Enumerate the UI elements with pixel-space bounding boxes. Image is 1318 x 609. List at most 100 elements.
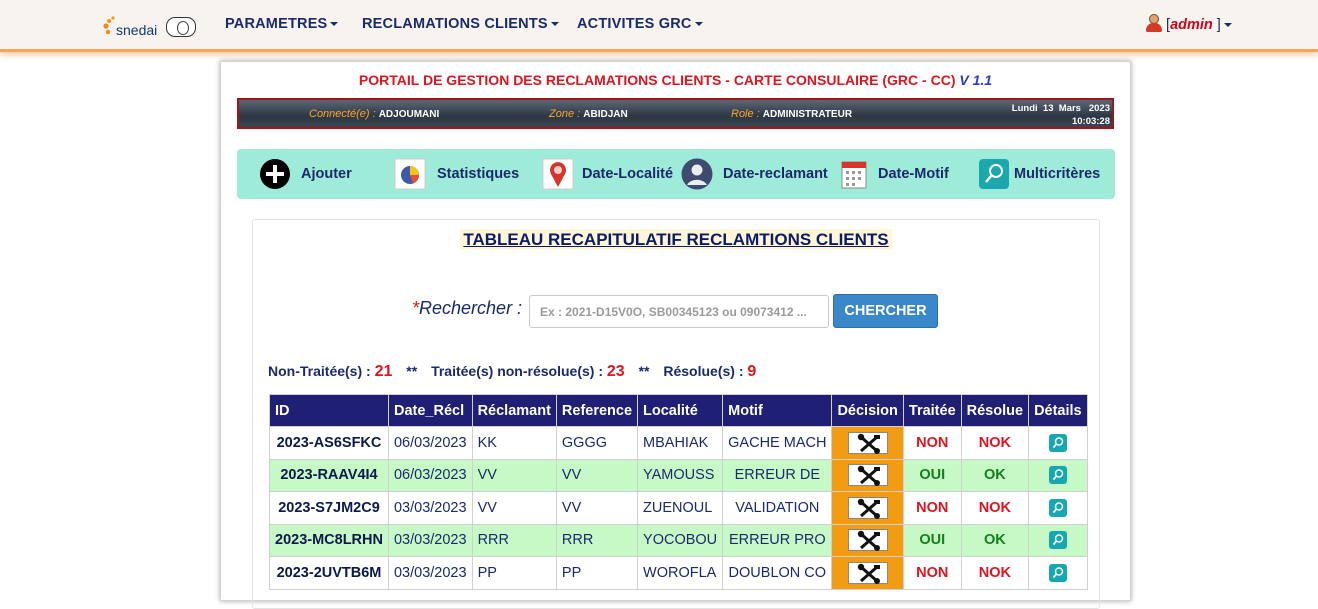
- table-title: TABLEAU RECAPITULATIF RECLAMTIONS CLIENT…: [253, 229, 1099, 250]
- cell-traitee: OUI: [902, 523, 962, 557]
- search-input[interactable]: [529, 295, 829, 328]
- col-header-traitee[interactable]: Traitée: [902, 394, 962, 427]
- chevron-down-icon: [550, 22, 559, 27]
- cell-traitee: NON: [902, 491, 962, 525]
- cell-details: [1028, 523, 1088, 557]
- cell-reclamant: PP: [471, 556, 557, 590]
- cell-localite: YAMOUSS: [637, 458, 724, 492]
- cell-resolue: OK: [960, 523, 1030, 557]
- magnifier-icon: [1052, 534, 1064, 546]
- datetime-display: Lundi 13 Mars 2023 10:03:28: [1012, 102, 1110, 128]
- table-row: 2023-RAAV4I4 06/03/2023 VV VV YAMOUSS ERREUR …: [269, 458, 1088, 492]
- non-traitees-label: Non-Traitée(s) :: [268, 363, 375, 379]
- table-row: 2023-MC8LRHN 03/03/2023 RRR RRR YOCOBOU ERREU…: [269, 523, 1088, 557]
- col-header-decision[interactable]: Décision: [831, 394, 904, 427]
- magnifier-icon: [1052, 469, 1064, 481]
- tools-icon: [857, 498, 880, 519]
- logo-dots-icon: [103, 16, 115, 35]
- tools-icon: [857, 563, 880, 584]
- cell-decision: [831, 426, 904, 460]
- magnifier-icon: [1052, 437, 1064, 448]
- snedai-logo[interactable]: snedai: [103, 12, 198, 40]
- details-button[interactable]: [1048, 498, 1067, 517]
- cell-date: 03/03/2023: [387, 523, 473, 557]
- cell-id: 2023-MC8LRHN: [269, 523, 389, 557]
- col-header-details[interactable]: Détails: [1028, 394, 1088, 427]
- cell-traitee: NON: [902, 426, 962, 460]
- date-motif-label: Date-Motif: [878, 166, 949, 182]
- nav-activites-grc[interactable]: ACTIVITES GRC: [577, 16, 703, 32]
- status-summary: Non-Traitée(s) : 21 ** Traitée(s) non-ré…: [268, 363, 756, 381]
- zone-label: Zone :: [549, 108, 584, 120]
- traitees-count: 23: [606, 363, 625, 380]
- role-value: ADMINISTRATEUR: [762, 109, 853, 120]
- col-header-reference[interactable]: Reference: [555, 394, 639, 427]
- cell-resolue: NOK: [960, 426, 1030, 460]
- cell-localite: WOROFLA: [637, 556, 724, 590]
- nav-reclamations-clients[interactable]: RECLAMATIONS CLIENTS: [362, 16, 559, 32]
- map-pin-icon: [542, 158, 574, 190]
- date-localite-label: Date-Localité: [582, 166, 674, 182]
- cell-reclamant: VV: [471, 458, 557, 492]
- tools-icon: [857, 466, 880, 487]
- chercher-button[interactable]: CHERCHER: [833, 294, 938, 328]
- required-star: *: [412, 298, 420, 318]
- decision-button[interactable]: [847, 464, 888, 487]
- cell-localite: MBAHIAK: [637, 426, 724, 460]
- cell-decision: [831, 458, 904, 492]
- cell-motif: GACHE MACH: [722, 426, 833, 460]
- cell-id: 2023-AS6SFKC: [269, 426, 389, 460]
- statistiques-label: Statistiques: [437, 166, 520, 182]
- cell-date: 06/03/2023: [387, 426, 473, 460]
- details-button[interactable]: [1048, 466, 1067, 485]
- table-title-text: TABLEAU RECAPITULATIF RECLAMTIONS CLIENT…: [460, 229, 892, 250]
- cell-motif: ERREUR DE: [722, 458, 833, 492]
- col-header-id[interactable]: ID: [269, 394, 389, 427]
- cell-details: [1028, 458, 1088, 492]
- col-header-date[interactable]: Date_Récl: [387, 394, 473, 427]
- brand-name: snedai: [116, 22, 158, 38]
- cell-date: 03/03/2023: [387, 491, 473, 525]
- portal-title: PORTAIL DE GESTION DES RECLAMATIONS CLIE…: [221, 72, 1130, 88]
- col-header-localite[interactable]: Localité: [637, 394, 724, 427]
- decision-button[interactable]: [847, 431, 888, 454]
- separator: **: [638, 363, 650, 379]
- details-button[interactable]: [1048, 531, 1067, 550]
- cell-details: [1028, 426, 1088, 460]
- decision-button[interactable]: [847, 561, 888, 584]
- multicriteres-label: Multicritères: [1014, 166, 1101, 182]
- tools-icon: [857, 531, 880, 552]
- cell-reference: GGGG: [555, 426, 639, 460]
- nav-reclamations-label: RECLAMATIONS CLIENTS: [362, 16, 548, 32]
- nav-parametres[interactable]: PARAMETRES: [225, 16, 339, 32]
- cell-reference: PP: [555, 556, 639, 590]
- cell-resolue: NOK: [960, 556, 1030, 590]
- cell-localite: ZUENOUL: [637, 491, 724, 525]
- decision-button[interactable]: [847, 529, 888, 552]
- cell-reclamant: VV: [471, 491, 557, 525]
- col-header-resolue[interactable]: Résolue: [960, 394, 1030, 427]
- decision-button[interactable]: [847, 496, 888, 519]
- nav-activites-label: ACTIVITES GRC: [577, 16, 692, 32]
- details-button[interactable]: [1048, 433, 1067, 452]
- reclamations-table: ID Date_Récl Réclamant Reference Localit…: [269, 394, 1088, 590]
- portal-version: V 1.1: [959, 72, 993, 88]
- session-info-bar: Connecté(e) : ADJOUMANI Zone : ABIDJAN R…: [237, 98, 1114, 129]
- col-header-motif[interactable]: Motif: [722, 394, 833, 427]
- action-toolbar: Ajouter Statistiques Date-Localité Date-…: [237, 149, 1115, 199]
- connected-label: Connecté(e) :: [309, 108, 379, 120]
- cell-reclamant: KK: [471, 426, 557, 460]
- cell-reference: RRR: [555, 523, 639, 557]
- tools-icon: [857, 433, 880, 454]
- user-menu[interactable]: [admin ]: [1146, 14, 1232, 33]
- non-traitees-count: 21: [374, 363, 393, 380]
- col-header-reclamant[interactable]: Réclamant: [471, 394, 557, 427]
- role-info: Role : ADMINISTRATEUR: [731, 108, 852, 120]
- user-name: admin: [1170, 17, 1213, 33]
- connected-info: Connecté(e) : ADJOUMANI: [309, 108, 439, 120]
- cell-resolue: OK: [960, 458, 1030, 492]
- role-label: Role :: [731, 108, 763, 120]
- details-button[interactable]: [1048, 563, 1067, 582]
- cell-date: 06/03/2023: [387, 458, 473, 492]
- current-date: Lundi 13 Mars 2023: [1011, 103, 1110, 114]
